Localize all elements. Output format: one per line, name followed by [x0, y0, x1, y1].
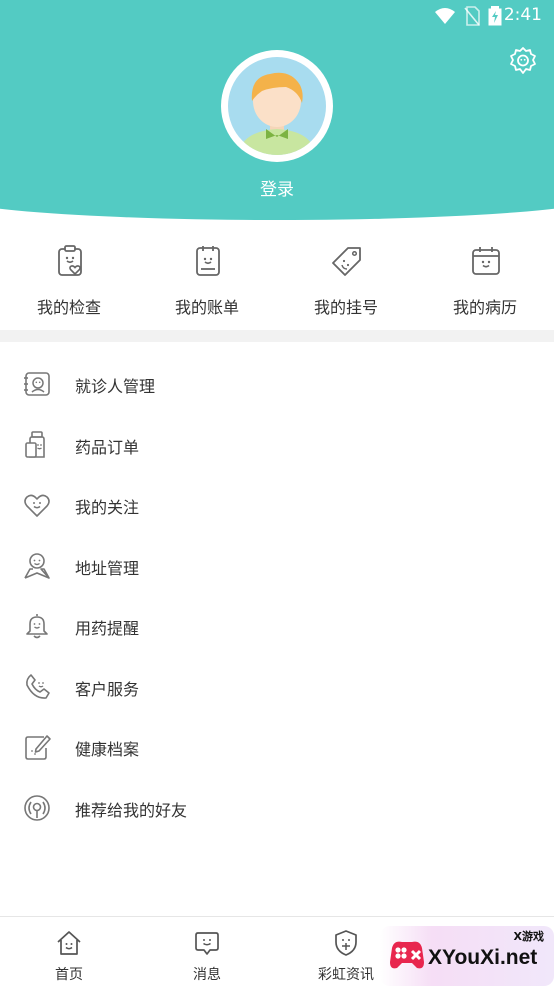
menu-item-customer-service[interactable]: 客户服务	[0, 657, 554, 718]
menu-item-label: 我的关注	[75, 498, 140, 517]
location-person-icon	[24, 552, 50, 579]
avatar[interactable]	[221, 50, 333, 162]
patient-card-icon	[24, 372, 50, 396]
menu-item-label: 地址管理	[75, 558, 140, 578]
watermark-text: XYouXi.net	[428, 946, 538, 969]
menu-item-label: 药品订单	[75, 437, 140, 457]
menu-item-patient-management[interactable]: 就诊人管理	[0, 354, 554, 415]
watermark-small-text: X游戏	[513, 930, 544, 943]
menu-item-medicine-orders[interactable]: 药品订单	[0, 415, 554, 476]
menu-item-medication-reminder[interactable]: 用药提醒	[0, 596, 554, 657]
quick-my-records-label: 我的病历	[452, 298, 517, 317]
tab-messages-label: 消息	[193, 967, 221, 983]
tag-icon	[332, 247, 361, 276]
home-icon	[57, 931, 81, 955]
menu-item-label: 健康档案	[75, 740, 140, 759]
phone-icon	[26, 673, 50, 699]
login-link[interactable]: 登录	[0, 175, 554, 200]
clipboard-heart-icon	[58, 245, 82, 276]
watermark: X游戏 XYouXi.net	[380, 926, 554, 986]
shield-news-icon	[335, 930, 357, 956]
menu-list: 就诊人管理 药品订单 我的关注 地址管理 用药提醒 客户服务 健康档案 推荐给我…	[0, 354, 554, 838]
medicine-bottle-icon	[25, 430, 45, 458]
quick-my-registrations-label: 我的挂号	[313, 298, 378, 317]
menu-item-health-records[interactable]: 健康档案	[0, 717, 554, 778]
menu-item-address-management[interactable]: 地址管理	[0, 536, 554, 597]
quick-my-bills-label: 我的账单	[174, 298, 239, 317]
tab-home[interactable]: 首页	[0, 917, 138, 986]
quick-my-registrations[interactable]: 我的挂号	[277, 232, 415, 330]
edit-document-icon	[25, 735, 51, 760]
menu-item-my-follows[interactable]: 我的关注	[0, 475, 554, 536]
quick-my-bills[interactable]: 我的账单	[138, 232, 276, 330]
calendar-record-icon	[472, 247, 500, 275]
quick-my-records[interactable]: 我的病历	[416, 232, 554, 330]
heart-icon	[24, 494, 50, 517]
gamepad-logo-icon	[390, 941, 424, 969]
quick-my-exams[interactable]: 我的检查	[0, 232, 138, 330]
menu-item-label: 就诊人管理	[75, 377, 156, 396]
quick-actions: 我的检查 我的账单 我的挂号 我的病历	[0, 232, 554, 330]
status-bar: 2:41	[0, 0, 554, 32]
menu-item-label: 用药提醒	[75, 619, 140, 638]
wifi-icon	[435, 8, 455, 24]
quick-my-exams-label: 我的检查	[36, 298, 101, 317]
status-time: 2:41	[503, 5, 542, 25]
tab-messages[interactable]: 消息	[138, 917, 276, 986]
profile-header: 2:41 登录	[0, 0, 554, 225]
menu-item-recommend-friends[interactable]: 推荐给我的好友	[0, 778, 554, 839]
tab-home-label: 首页	[55, 967, 83, 983]
share-signal-icon	[24, 794, 50, 821]
bill-icon	[196, 246, 220, 276]
avatar-boy-icon	[228, 57, 326, 155]
menu-item-label: 客户服务	[75, 679, 140, 699]
menu-item-label: 推荐给我的好友	[75, 800, 188, 820]
no-sim-icon	[464, 6, 480, 26]
bell-icon	[26, 614, 48, 639]
message-icon	[195, 932, 219, 955]
section-divider	[0, 330, 554, 342]
battery-charging-icon	[488, 6, 502, 26]
settings-gear-icon[interactable]	[508, 46, 538, 76]
